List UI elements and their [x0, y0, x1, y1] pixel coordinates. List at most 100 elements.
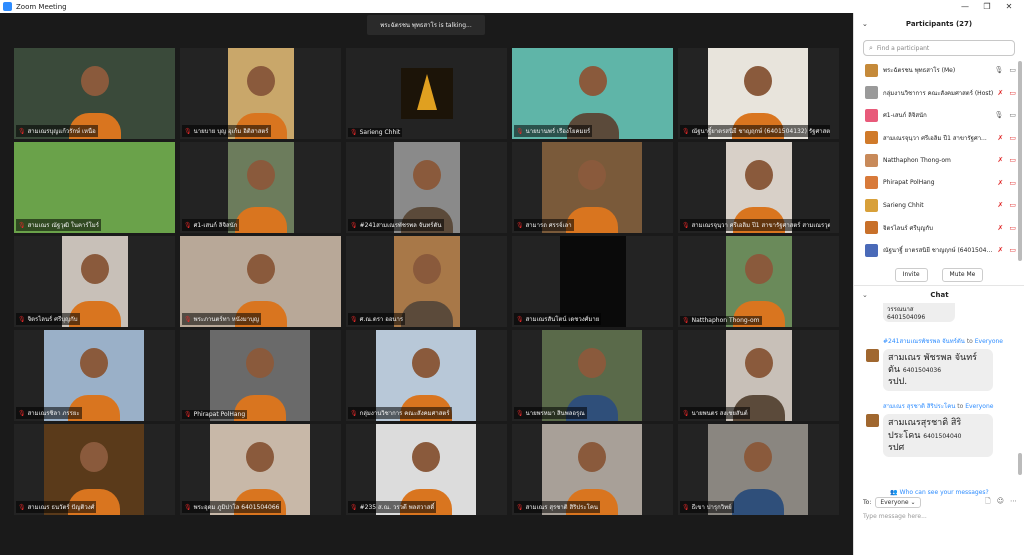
participant-row[interactable]: สามเณรจุนฺวา ศรีเอลิม ปี1 สาขารัฐศา... ✗ ▭ [854, 127, 1024, 150]
participant-name: Phirapat PolHang [883, 179, 935, 187]
participant-row[interactable]: พระฉัตรชน พุทธสาโร (Me) 🎙 ▭ [854, 59, 1024, 82]
participant-name: ณัฐนาฐิ์ ยาตรสนิยี ชาญฤกษ์ (6401504... [883, 247, 993, 255]
person-head [578, 348, 606, 379]
participant-list: พระฉัตรชน พุทธสาโร (Me) 🎙 ▭ กลุ่มงานวิชาการ… [854, 59, 1024, 262]
mic-muted-icon[interactable]: ✗ [998, 89, 1004, 97]
collapse-chevron-icon[interactable]: ⌄ [862, 20, 868, 28]
participant-name-label: 🎙 สามเณรจุนฺวา ศรีเอลิม ปี1 สาขารัฐศาสตร์… [680, 219, 830, 231]
participant-name-label: 🎙 นายบาย บุญ อุเก้ม อิติสาสตร์ [182, 125, 271, 137]
participant-row[interactable]: Sarieng Chhit ✗ ▭ [854, 194, 1024, 217]
avatar [866, 414, 879, 428]
muted-mic-icon: 🎙 [516, 127, 524, 135]
mic-icon[interactable]: 🎙 [994, 111, 1003, 119]
mic-muted-icon[interactable]: ✗ [998, 156, 1004, 164]
participant-row[interactable]: ณัฐนาฐิ์ ยาตรสนิยี ชาญฤกษ์ (6401504... ✗ ▭ [854, 239, 1024, 262]
invite-button[interactable]: Invite [894, 267, 928, 282]
person-head [745, 160, 773, 191]
avatar [865, 63, 878, 77]
participant-video-tile[interactable]: 🎙 สามเณรบุญแก้วรักษ์ เหนือ [14, 48, 175, 139]
participant-video-tile[interactable]: 🎙 ณัฐนาฐิ์ยาตรสนิยี ชาญฤกษ์ (6401504132) … [678, 48, 839, 139]
people-icon: 👥 [890, 489, 898, 496]
participant-video-tile[interactable]: 🎙 นายพนตร สงเชยสันต์ [678, 330, 839, 421]
mute-me-button[interactable]: Mute Me [941, 267, 984, 282]
person-head [246, 442, 274, 473]
chat-scrollbar[interactable] [1018, 453, 1022, 475]
participant-video-tile[interactable]: 🎙 นายพรหมา สินพลอรุณ [512, 330, 673, 421]
chat-student-id: 6401504040 [923, 432, 962, 440]
camera-off-icon: ▭ [1009, 223, 1016, 232]
video-feed [401, 68, 453, 119]
participant-name-text: ศ.ณ.ดรา ออนาร [359, 316, 404, 323]
muted-mic-icon: 🎙 [18, 409, 26, 417]
file-icon[interactable]: 🗋 [985, 497, 991, 508]
muted-mic-icon: 🎙 [516, 221, 524, 229]
participant-video-tile[interactable]: 🎙 สามเณรสันโตน์ เดชวงศ์มาย [512, 236, 673, 327]
participant-name-text: สามเณรสันโตน์ เดชวงศ์มาย [525, 316, 600, 323]
who-can-see-text: Who can see your messages? [899, 489, 989, 496]
person-head [247, 66, 275, 97]
participant-video-tile[interactable]: 🎙 Sarieng Chhit [346, 48, 507, 139]
close-button[interactable]: ✕ [998, 2, 1020, 11]
participant-actions: Invite Mute Me [854, 267, 1024, 282]
participant-row[interactable]: กลุ่มงานวิชาการ คณะสังคมศาสตร์ (Host) ✗ ▭ [854, 82, 1024, 105]
participant-name-label: 🎙 ศ1-เสนก์ ลิจิสนัก [182, 219, 240, 231]
participant-video-tile[interactable]: 🎙 สามเณร ธนวัตร์ ปัญติวงศ์ [14, 424, 175, 515]
person-body [401, 301, 453, 327]
participant-video-tile[interactable]: 🎙 พระภานตร์ทา หนังมาบุญ [180, 236, 341, 327]
chat-collapse-chevron-icon[interactable]: ⌄ [862, 291, 868, 299]
participant-row[interactable]: Natthaphon Thong-om ✗ ▭ [854, 149, 1024, 172]
mic-muted-icon[interactable]: ✗ [998, 246, 1004, 254]
participant-video-tile[interactable]: 🎙 ธีเขา ปารุกวิทย์ [678, 424, 839, 515]
participant-scrollbar[interactable] [1018, 61, 1022, 261]
muted-mic-icon: 🎙 [18, 127, 26, 135]
participant-name-label: 🎙 จิตรไลนร์ ศรีบุญกับ [16, 313, 80, 325]
participant-video-tile[interactable]: 🎙 #241สามเณรพัชรพล จันทร์ตัน [346, 142, 507, 233]
participant-name-label: 🎙 สามเณรซิลา ภรรยะ [16, 407, 82, 419]
participant-video-tile[interactable]: 🎙 Phirapat PolHang [180, 330, 341, 421]
chat-header: ⌄ Chat [854, 285, 1024, 303]
participant-video-tile[interactable]: 🎙 สามเณร สุรชาติ สิริประโคน [512, 424, 673, 515]
participant-video-tile[interactable]: 🎙 สามารถ ศรรจ์เลา [512, 142, 673, 233]
participant-row[interactable]: Phirapat PolHang ✗ ▭ [854, 172, 1024, 195]
participant-video-tile[interactable]: 🎙 พระอุดม ภูมิปาโล 6401504066 [180, 424, 341, 515]
mic-muted-icon[interactable]: ✗ [998, 224, 1004, 232]
minimize-button[interactable]: — [954, 2, 976, 11]
participant-name: สามเณรจุนฺวา ศรีเอลิม ปี1 สาขารัฐศา... [883, 134, 987, 142]
participant-name-text: ศ1-เสนก์ ลิจิสนัก [193, 222, 238, 229]
participant-name-text: สามเณร ณัฐวุฒิ ในคาร์โมร์ [27, 222, 99, 229]
chat-input[interactable]: Type message here... [863, 513, 927, 520]
muted-mic-icon: 🎙 [682, 127, 690, 135]
participant-video-tile[interactable]: 🎙 นายบานพร์ เรืองโยคมยร์ [512, 48, 673, 139]
participant-video-tile[interactable]: 🎙 สามเณร ณัฐวุฒิ ในคาร์โมร์ [14, 142, 175, 233]
participant-video-tile[interactable]: 🎙 ศ1-เสนก์ ลิจิสนัก [180, 142, 341, 233]
participant-video-tile[interactable]: 🎙 จิตรไลนร์ ศรีบุญกับ [14, 236, 175, 327]
chat-tail-text: รปป. [888, 377, 908, 388]
participant-video-tile[interactable]: 🎙 Natthaphon Thong-om [678, 236, 839, 327]
participant-video-tile[interactable]: 🎙 กลุ่มงานวิชาการ คณะสังคมศาสตร์ [346, 330, 507, 421]
mic-muted-icon[interactable]: ✗ [998, 134, 1004, 142]
participant-name-label: 🎙 พระอุดม ภูมิปาโล 6401504066 [182, 501, 282, 513]
mic-icon[interactable]: 🎙 [994, 66, 1003, 74]
participant-name-label: 🎙 นายพนตร สงเชยสันต์ [680, 407, 750, 419]
participant-video-tile[interactable]: 🎙 สามเณรซิลา ภรรยะ [14, 330, 175, 421]
participant-video-tile[interactable]: 🎙 สามเณรจุนฺวา ศรีเอลิม ปี1 สาขารัฐศาสตร์… [678, 142, 839, 233]
participant-name: กลุ่มงานวิชาการ คณะสังคมศาสตร์ (Host) [883, 89, 994, 97]
participant-video-tile[interactable]: 🎙 #235 ส.ณ. วรวดี พลสวาสดิ์ [346, 424, 507, 515]
participant-row[interactable]: จิตรไลนร์ ศรีบุญกับ ✗ ▭ [854, 217, 1024, 240]
participant-name-text: สามารถ ศรรจ์เลา [525, 222, 572, 229]
chat-recipient: Everyone [965, 403, 994, 411]
participant-video-tile[interactable]: 🎙 ศ.ณ.ดรา ออนาร [346, 236, 507, 327]
more-icon[interactable]: ⋯ [1010, 497, 1017, 508]
participant-row[interactable]: ศ1-เสนก์ ลิจิสนัก 🎙 ▭ [854, 104, 1024, 127]
zoom-app-icon [3, 2, 12, 11]
participant-video-tile[interactable]: 🎙 นายบาย บุญ อุเก้ม อิติสาสตร์ [180, 48, 341, 139]
emoji-icon[interactable]: ☺ [997, 497, 1004, 508]
chat-sender-name: #241สามเณรพัชรพล จันทร์ตัน [883, 338, 965, 345]
maximize-button[interactable]: ❐ [976, 2, 998, 11]
participant-search-input[interactable]: ⌕ Find a participant [863, 40, 1015, 56]
who-can-see-link[interactable]: 👥 Who can see your messages? [854, 489, 1024, 496]
mic-muted-icon[interactable]: ✗ [998, 201, 1004, 209]
mic-muted-icon[interactable]: ✗ [998, 179, 1004, 187]
recipient-dropdown[interactable]: Everyone ⌄ [875, 497, 921, 508]
recipient-value: Everyone [880, 499, 909, 506]
